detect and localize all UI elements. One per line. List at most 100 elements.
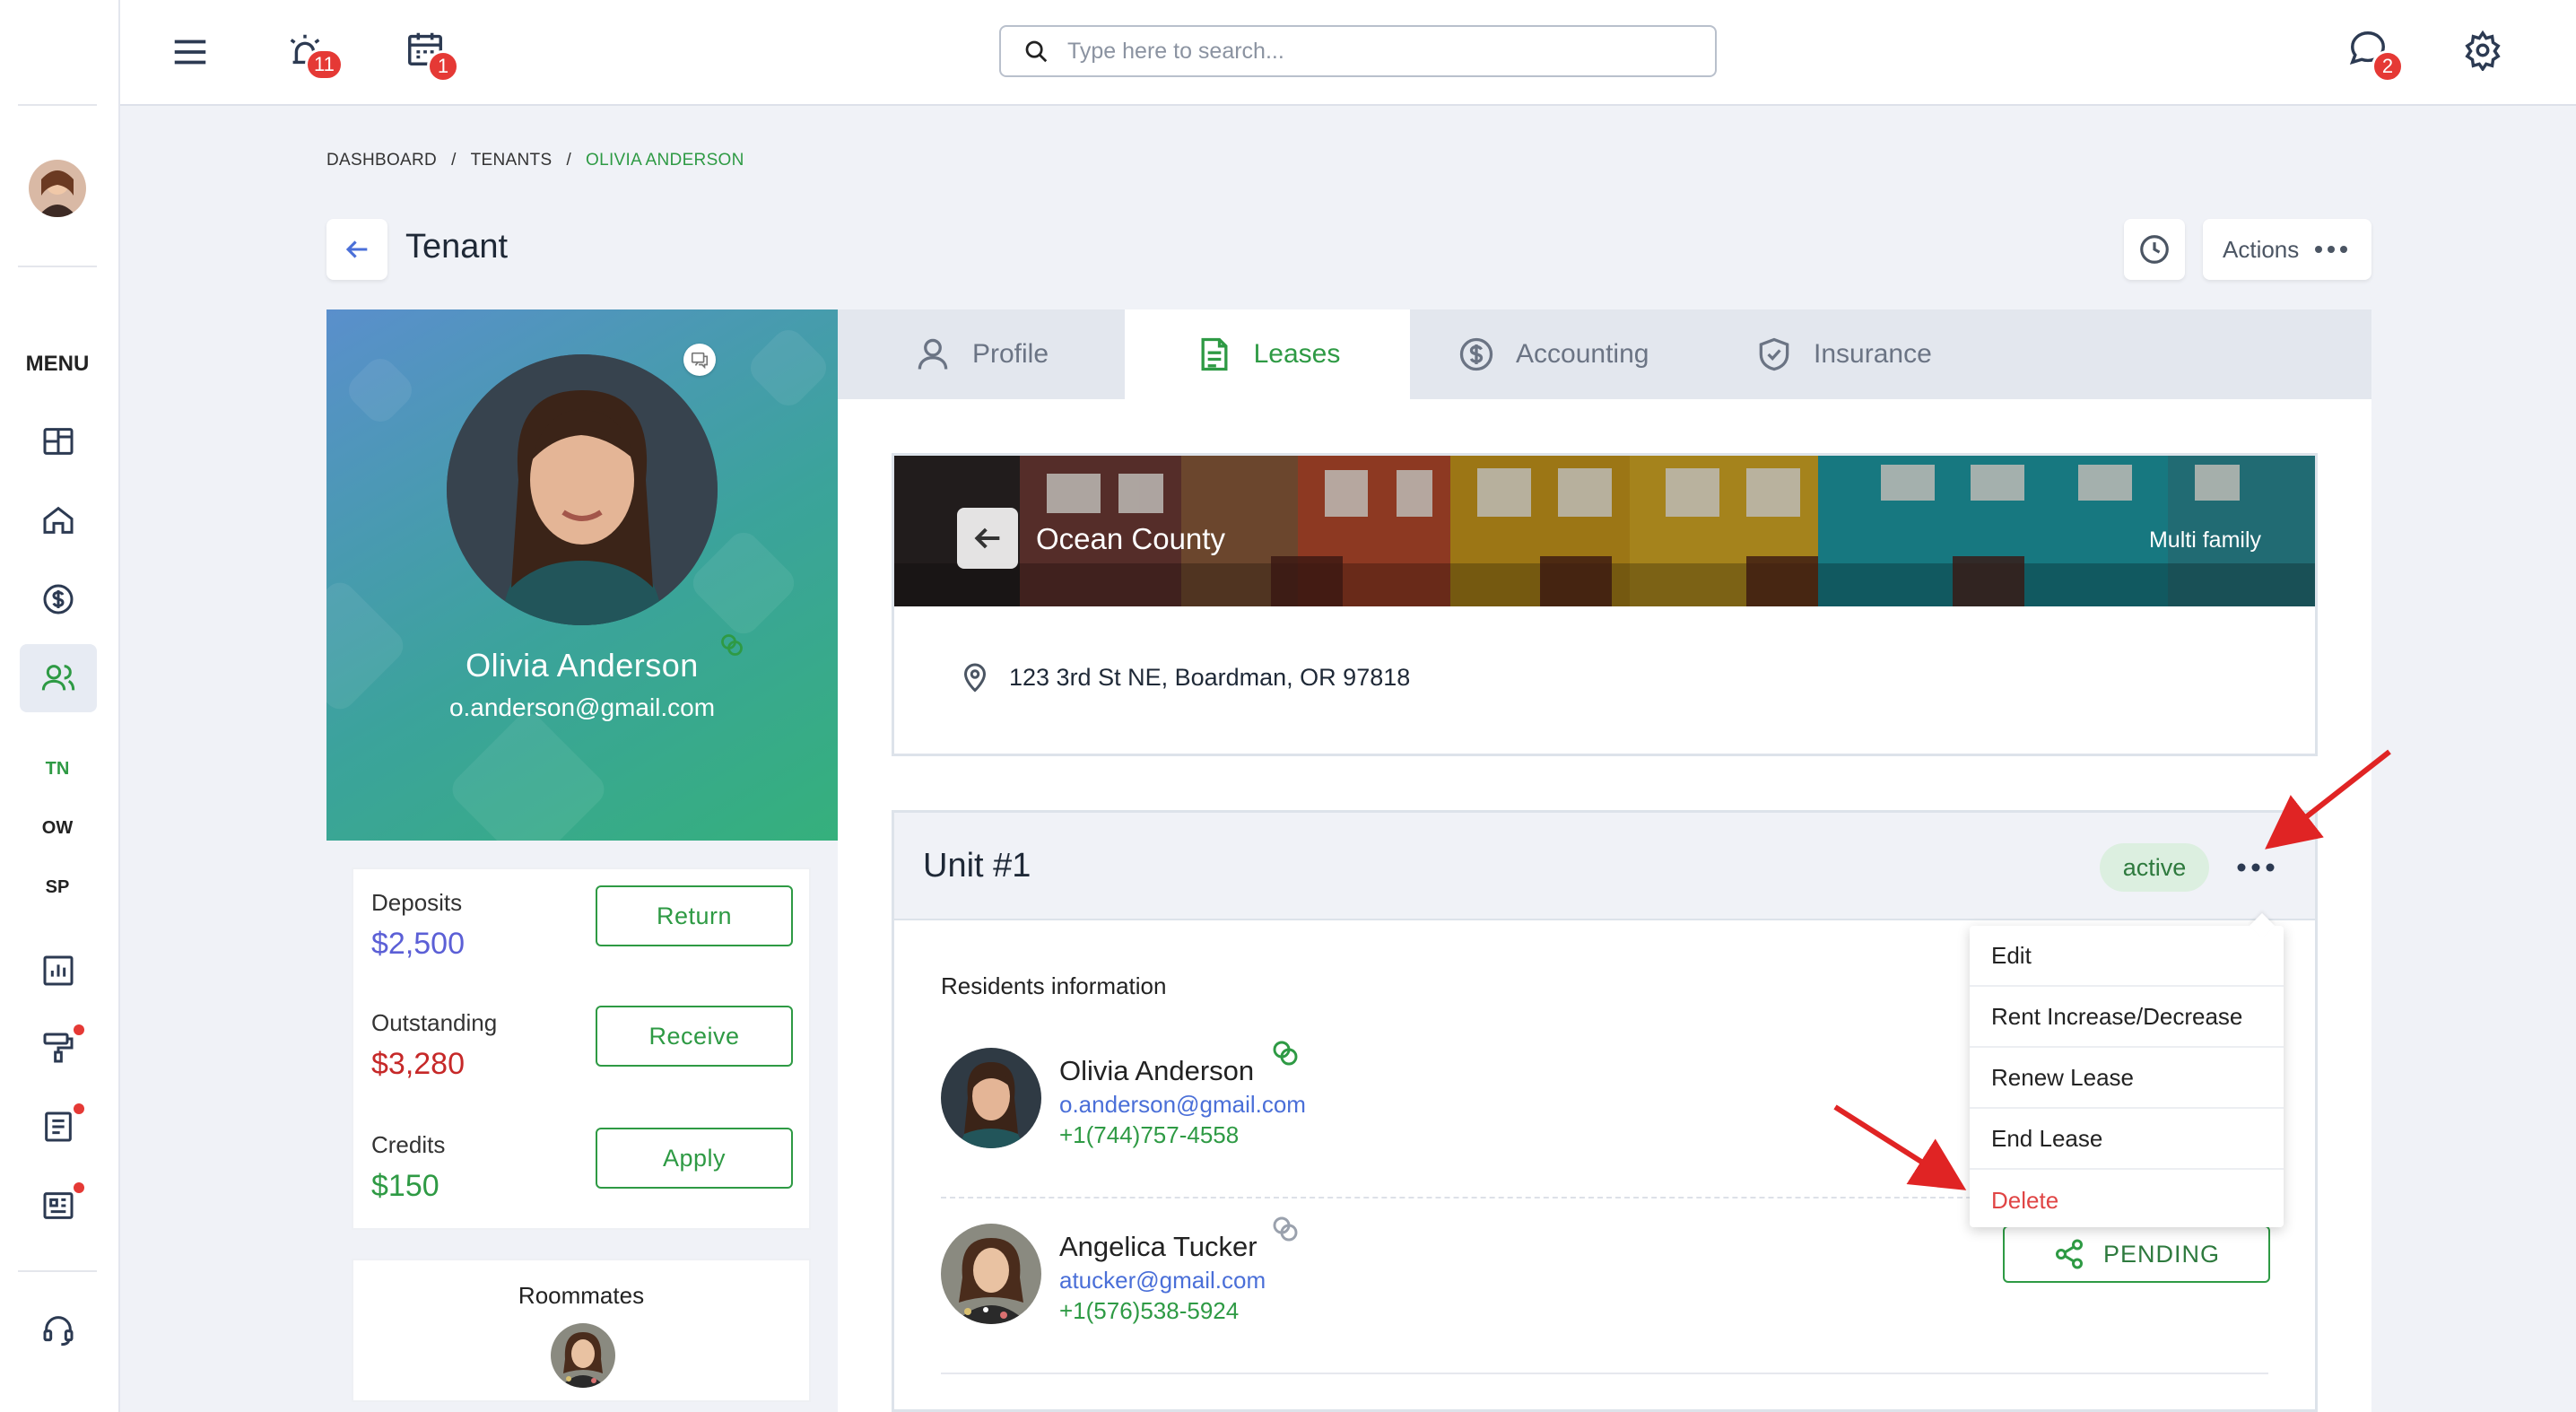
breadcrumb-dashboard[interactable]: DASHBOARD xyxy=(326,151,437,170)
sidebar-shortcut-ow[interactable]: OW xyxy=(0,818,115,839)
newspaper-icon xyxy=(43,1192,74,1219)
annotation-arrow-more xyxy=(2265,749,2391,850)
search-bar[interactable] xyxy=(999,25,1717,77)
portal-active-icon xyxy=(1271,1039,1300,1068)
user-icon xyxy=(918,338,948,370)
portal-inactive-icon xyxy=(1271,1215,1300,1243)
alarms-button[interactable]: 11 xyxy=(280,25,344,81)
people-icon xyxy=(41,665,75,691)
sidebar-item-dashboard[interactable] xyxy=(20,407,97,475)
messages-button[interactable]: 2 xyxy=(2343,23,2404,83)
tab-leases-label: Leases xyxy=(1253,339,1341,369)
credits-label: Credits xyxy=(371,1131,446,1158)
sidebar: MENU TN OW SP xyxy=(0,0,120,1412)
resident-email[interactable]: o.anderson@gmail.com xyxy=(1059,1091,1306,1119)
outstanding-value: $3,280 xyxy=(371,1047,465,1081)
menu-icon xyxy=(174,39,206,65)
apply-button[interactable]: Apply xyxy=(596,1128,793,1189)
document-icon xyxy=(45,1111,72,1142)
chart-icon xyxy=(43,955,74,986)
tenant-profile-card: Olivia Anderson o.anderson@gmail.com xyxy=(326,309,838,841)
search-input[interactable] xyxy=(1067,38,1677,65)
resident-divider xyxy=(941,1373,2268,1374)
return-button[interactable]: Return xyxy=(596,885,793,946)
arrow-left-icon xyxy=(974,527,1000,549)
notification-dot xyxy=(74,1182,84,1193)
sidebar-item-listings[interactable] xyxy=(20,1172,97,1240)
pending-invite-button[interactable]: PENDING xyxy=(2003,1225,2270,1283)
hamburger-menu-button[interactable] xyxy=(165,27,215,77)
location-pin-icon xyxy=(959,662,991,694)
property-banner-image: Ocean County Multi family xyxy=(894,456,2315,606)
sidebar-shortcut-sp[interactable]: SP xyxy=(0,877,115,898)
calendar-count-badge: 1 xyxy=(427,50,459,83)
alarm-count-badge: 11 xyxy=(305,48,344,81)
resident-phone[interactable]: +1(576)538-5924 xyxy=(1059,1297,1239,1325)
tenant-photo xyxy=(447,354,718,625)
dollar-circle-icon xyxy=(43,584,74,614)
sidebar-item-people[interactable] xyxy=(20,644,97,712)
calendar-button[interactable]: 1 xyxy=(400,23,459,83)
breadcrumb-tenants[interactable]: TENANTS xyxy=(471,151,553,170)
user-avatar[interactable] xyxy=(29,160,86,217)
portal-status-icon xyxy=(719,632,744,658)
annotation-arrows xyxy=(1833,749,2391,1190)
sidebar-divider xyxy=(18,1270,97,1272)
breadcrumb-current: OLIVIA ANDERSON xyxy=(586,151,744,170)
dollar-icon xyxy=(1459,337,1493,371)
more-horizontal-icon xyxy=(2315,246,2348,253)
resident-name[interactable]: Angelica Tucker xyxy=(1059,1231,1258,1263)
annotation-arrow-delete xyxy=(1833,1104,1967,1190)
arrow-left-icon xyxy=(345,240,368,258)
property-back-button[interactable] xyxy=(957,508,1018,569)
history-button[interactable] xyxy=(2124,219,2185,280)
balances-box: Deposits $2,500 Return Outstanding $3,28… xyxy=(352,867,811,1230)
tab-insurance-label: Insurance xyxy=(1814,339,1932,369)
decoration xyxy=(342,352,419,429)
unit-title: Unit #1 xyxy=(923,847,1031,885)
deposits-value: $2,500 xyxy=(371,927,465,961)
sidebar-item-maintenance[interactable] xyxy=(20,1014,97,1082)
resident-avatar xyxy=(941,1224,1041,1324)
chat-icon xyxy=(691,352,709,370)
tab-bar: Profile Leases Accounting Insurance xyxy=(838,309,2371,399)
sidebar-item-reports[interactable] xyxy=(20,937,97,1005)
tab-insurance[interactable]: Insurance xyxy=(1754,309,1932,399)
decoration xyxy=(744,323,833,413)
sidebar-item-support[interactable] xyxy=(20,1295,97,1364)
finance-panel: Deposits $2,500 Return Outstanding $3,28… xyxy=(326,841,838,1412)
property-name[interactable]: Ocean County xyxy=(1036,522,1225,556)
actions-button[interactable]: Actions xyxy=(2203,219,2371,280)
search-icon xyxy=(1025,40,1048,63)
gear-icon xyxy=(2465,30,2501,71)
property-card[interactable]: Ocean County Multi family 123 3rd St NE,… xyxy=(892,453,2318,756)
decoration xyxy=(446,707,611,841)
back-button[interactable] xyxy=(326,219,387,280)
roommate-avatar[interactable] xyxy=(551,1323,615,1388)
resident-email[interactable]: atucker@gmail.com xyxy=(1059,1267,1266,1294)
shield-icon xyxy=(1759,337,1789,371)
message-count-badge: 2 xyxy=(2371,50,2404,83)
sidebar-item-documents[interactable] xyxy=(20,1093,97,1161)
tab-leases[interactable]: Leases xyxy=(1125,309,1410,399)
sidebar-divider xyxy=(18,266,97,267)
actions-label: Actions xyxy=(2223,235,2300,263)
breadcrumb-separator: / xyxy=(566,151,572,170)
breadcrumb: DASHBOARD / TENANTS / OLIVIA ANDERSON xyxy=(326,151,744,170)
resident-name[interactable]: Olivia Anderson xyxy=(1059,1055,1254,1087)
message-tenant-button[interactable] xyxy=(683,344,716,376)
settings-button[interactable] xyxy=(2458,25,2508,75)
resident-avatar xyxy=(941,1048,1041,1148)
resident-phone[interactable]: +1(744)757-4558 xyxy=(1059,1121,1239,1149)
sidebar-shortcut-tn[interactable]: TN xyxy=(0,759,115,780)
sidebar-item-properties[interactable] xyxy=(20,486,97,554)
credits-value: $150 xyxy=(371,1169,439,1203)
share-icon xyxy=(2055,1239,2083,1269)
notification-dot xyxy=(74,1024,84,1035)
paint-roller-icon xyxy=(43,1033,74,1063)
sidebar-item-accounting[interactable] xyxy=(20,565,97,633)
home-icon xyxy=(43,506,74,534)
receive-button[interactable]: Receive xyxy=(596,1006,793,1067)
tab-accounting[interactable]: Accounting xyxy=(1457,309,1649,399)
tab-profile[interactable]: Profile xyxy=(913,309,1049,399)
